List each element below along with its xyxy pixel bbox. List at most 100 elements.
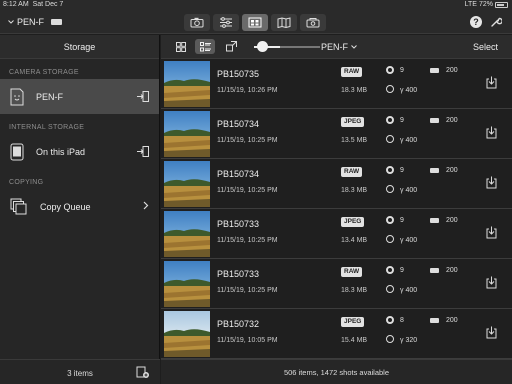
photo-thumbnail[interactable]: [164, 161, 210, 207]
file-size: 18.3 MB: [341, 87, 368, 94]
import-arrow-icon[interactable]: [137, 91, 149, 102]
file-date: 11/15/19, 10:25 PM: [217, 187, 278, 194]
file-row[interactable]: PB150735 11/15/19, 10:26 PM RAW 18.3 MB 9 γ 4…: [161, 59, 512, 109]
grid-view-button[interactable]: [171, 39, 191, 54]
format-badge: JPEG: [341, 217, 365, 227]
download-icon[interactable]: [486, 226, 497, 239]
mode-edit[interactable]: [300, 14, 326, 31]
aperture-icon: [386, 116, 394, 124]
aperture-icon: [386, 66, 394, 74]
select-button[interactable]: Select: [473, 42, 498, 52]
photo-thumbnail[interactable]: [164, 211, 210, 257]
file-row[interactable]: PB150733 11/15/19, 10:25 PM JPEG 13.4 MB 9 γ …: [161, 209, 512, 259]
photo-thumbnail[interactable]: [164, 61, 210, 107]
mode-geotag[interactable]: [271, 14, 297, 31]
sidebar-title: Storage: [0, 35, 159, 59]
iso-speed-value: 200: [446, 267, 458, 274]
file-date: 11/15/19, 10:25 PM: [217, 137, 278, 144]
ipad-icon: [10, 143, 24, 160]
zoom-slider-rest[interactable]: [280, 46, 320, 48]
mode-switcher: [184, 14, 326, 31]
iso-speed-value: 200: [446, 217, 458, 224]
mode-import-photos[interactable]: [242, 14, 268, 31]
photo-thumbnail-image: [164, 111, 210, 157]
shutter-icon: [386, 235, 394, 243]
status-right: LTE 72%: [465, 1, 508, 8]
file-date: 11/15/19, 10:05 PM: [217, 337, 278, 344]
add-storage-icon[interactable]: [136, 366, 150, 379]
file-browser: PEN-F Select PB150735 11/15/19, 10:26 PM R…: [161, 35, 512, 384]
status-time-date: 8:12 AM Sat Dec 7: [3, 1, 63, 8]
download-icon[interactable]: [486, 276, 497, 289]
photo-thumbnail[interactable]: [164, 111, 210, 157]
thumbnail-size-button[interactable]: [221, 39, 241, 54]
map-icon: [277, 17, 291, 28]
section-camera-storage: CAMERA STORAGE: [9, 69, 79, 76]
photo-thumbnail-image: [164, 211, 210, 257]
download-icon[interactable]: [486, 326, 497, 339]
mode-settings-adjust[interactable]: [213, 14, 239, 31]
iso-value: 400: [405, 287, 418, 294]
sidebar-item-label: Copy Queue: [40, 201, 91, 212]
file-row[interactable]: PB150732 11/15/19, 10:05 PM JPEG 15.4 MB 8 γ …: [161, 309, 512, 359]
file-row[interactable]: PB150734 11/15/19, 10:25 PM RAW 18.3 MB 9 γ 4…: [161, 159, 512, 209]
sidebar-item-label: On this iPad: [36, 146, 86, 157]
sidebar-footer: 3 items: [0, 359, 160, 384]
file-date: 11/15/19, 10:25 PM: [217, 237, 278, 244]
top-toolbar: PEN-F ?: [0, 11, 512, 34]
sd-card-icon: [10, 88, 24, 105]
format-badge: RAW: [341, 267, 363, 277]
photo-thumbnail[interactable]: [164, 261, 210, 307]
aperture-icon: [386, 266, 394, 274]
iso-value: 400: [405, 187, 418, 194]
sidebar-item-copy-queue[interactable]: Copy Queue: [0, 189, 159, 224]
chevron-down-icon: [8, 20, 14, 24]
file-row[interactable]: PB150733 11/15/19, 10:25 PM RAW 18.3 MB 9 γ 4…: [161, 259, 512, 309]
sidebar-item-on-this-ipad[interactable]: On this iPad: [0, 134, 159, 169]
shutter-icon: [386, 335, 394, 343]
section-internal-storage: INTERNAL STORAGE: [9, 124, 85, 131]
browser-toolbar: PEN-F Select: [161, 35, 512, 59]
download-icon[interactable]: [486, 176, 497, 189]
iso-speed-value: 200: [446, 167, 458, 174]
stack-icon: [10, 198, 27, 214]
zoom-slider-knob[interactable]: [257, 41, 268, 52]
camera-selector[interactable]: PEN-F: [8, 17, 62, 27]
camera-name: PEN-F: [17, 17, 44, 27]
top-right-controls: ?: [470, 16, 502, 28]
file-size: 15.4 MB: [341, 337, 368, 344]
download-icon[interactable]: [486, 76, 497, 89]
aperture-value: 9: [400, 117, 404, 124]
photo-thumbnail[interactable]: [164, 311, 210, 357]
list-view-button[interactable]: [195, 39, 215, 54]
wrench-icon[interactable]: [490, 16, 502, 28]
shutter-icon: [386, 285, 394, 293]
iso-badge-icon: [430, 218, 439, 223]
help-icon[interactable]: ?: [470, 16, 482, 28]
file-name: PB150732: [217, 319, 260, 329]
aperture-icon: [386, 216, 394, 224]
camera-icon: [190, 17, 204, 28]
sidebar-item-pen-f[interactable]: PEN-F: [0, 79, 159, 114]
download-icon[interactable]: [486, 126, 497, 139]
sidebar-item-label: PEN-F: [36, 91, 63, 102]
aperture-value: 9: [400, 67, 404, 74]
mode-remote-shooting[interactable]: [184, 14, 210, 31]
network-label: LTE: [464, 1, 477, 8]
file-date: 11/15/19, 10:26 PM: [217, 87, 278, 94]
import-arrow-icon[interactable]: [137, 146, 149, 157]
file-name: PB150734: [217, 169, 260, 179]
iso-speed-value: 200: [446, 117, 458, 124]
photo-thumbnail-image: [164, 61, 210, 107]
file-name: PB150735: [217, 69, 260, 79]
file-name: PB150733: [217, 269, 260, 279]
shutter-icon: [386, 135, 394, 143]
file-row[interactable]: PB150734 11/15/19, 10:25 PM JPEG 13.5 MB 9 γ …: [161, 109, 512, 159]
camera-filter[interactable]: PEN-F: [321, 42, 357, 52]
iso-value: 400: [405, 137, 418, 144]
format-badge: RAW: [341, 167, 363, 177]
camera-filter-label: PEN-F: [321, 42, 348, 52]
resize-icon: [225, 41, 237, 52]
chevron-right-icon: [143, 201, 149, 210]
format-badge: RAW: [341, 67, 363, 77]
